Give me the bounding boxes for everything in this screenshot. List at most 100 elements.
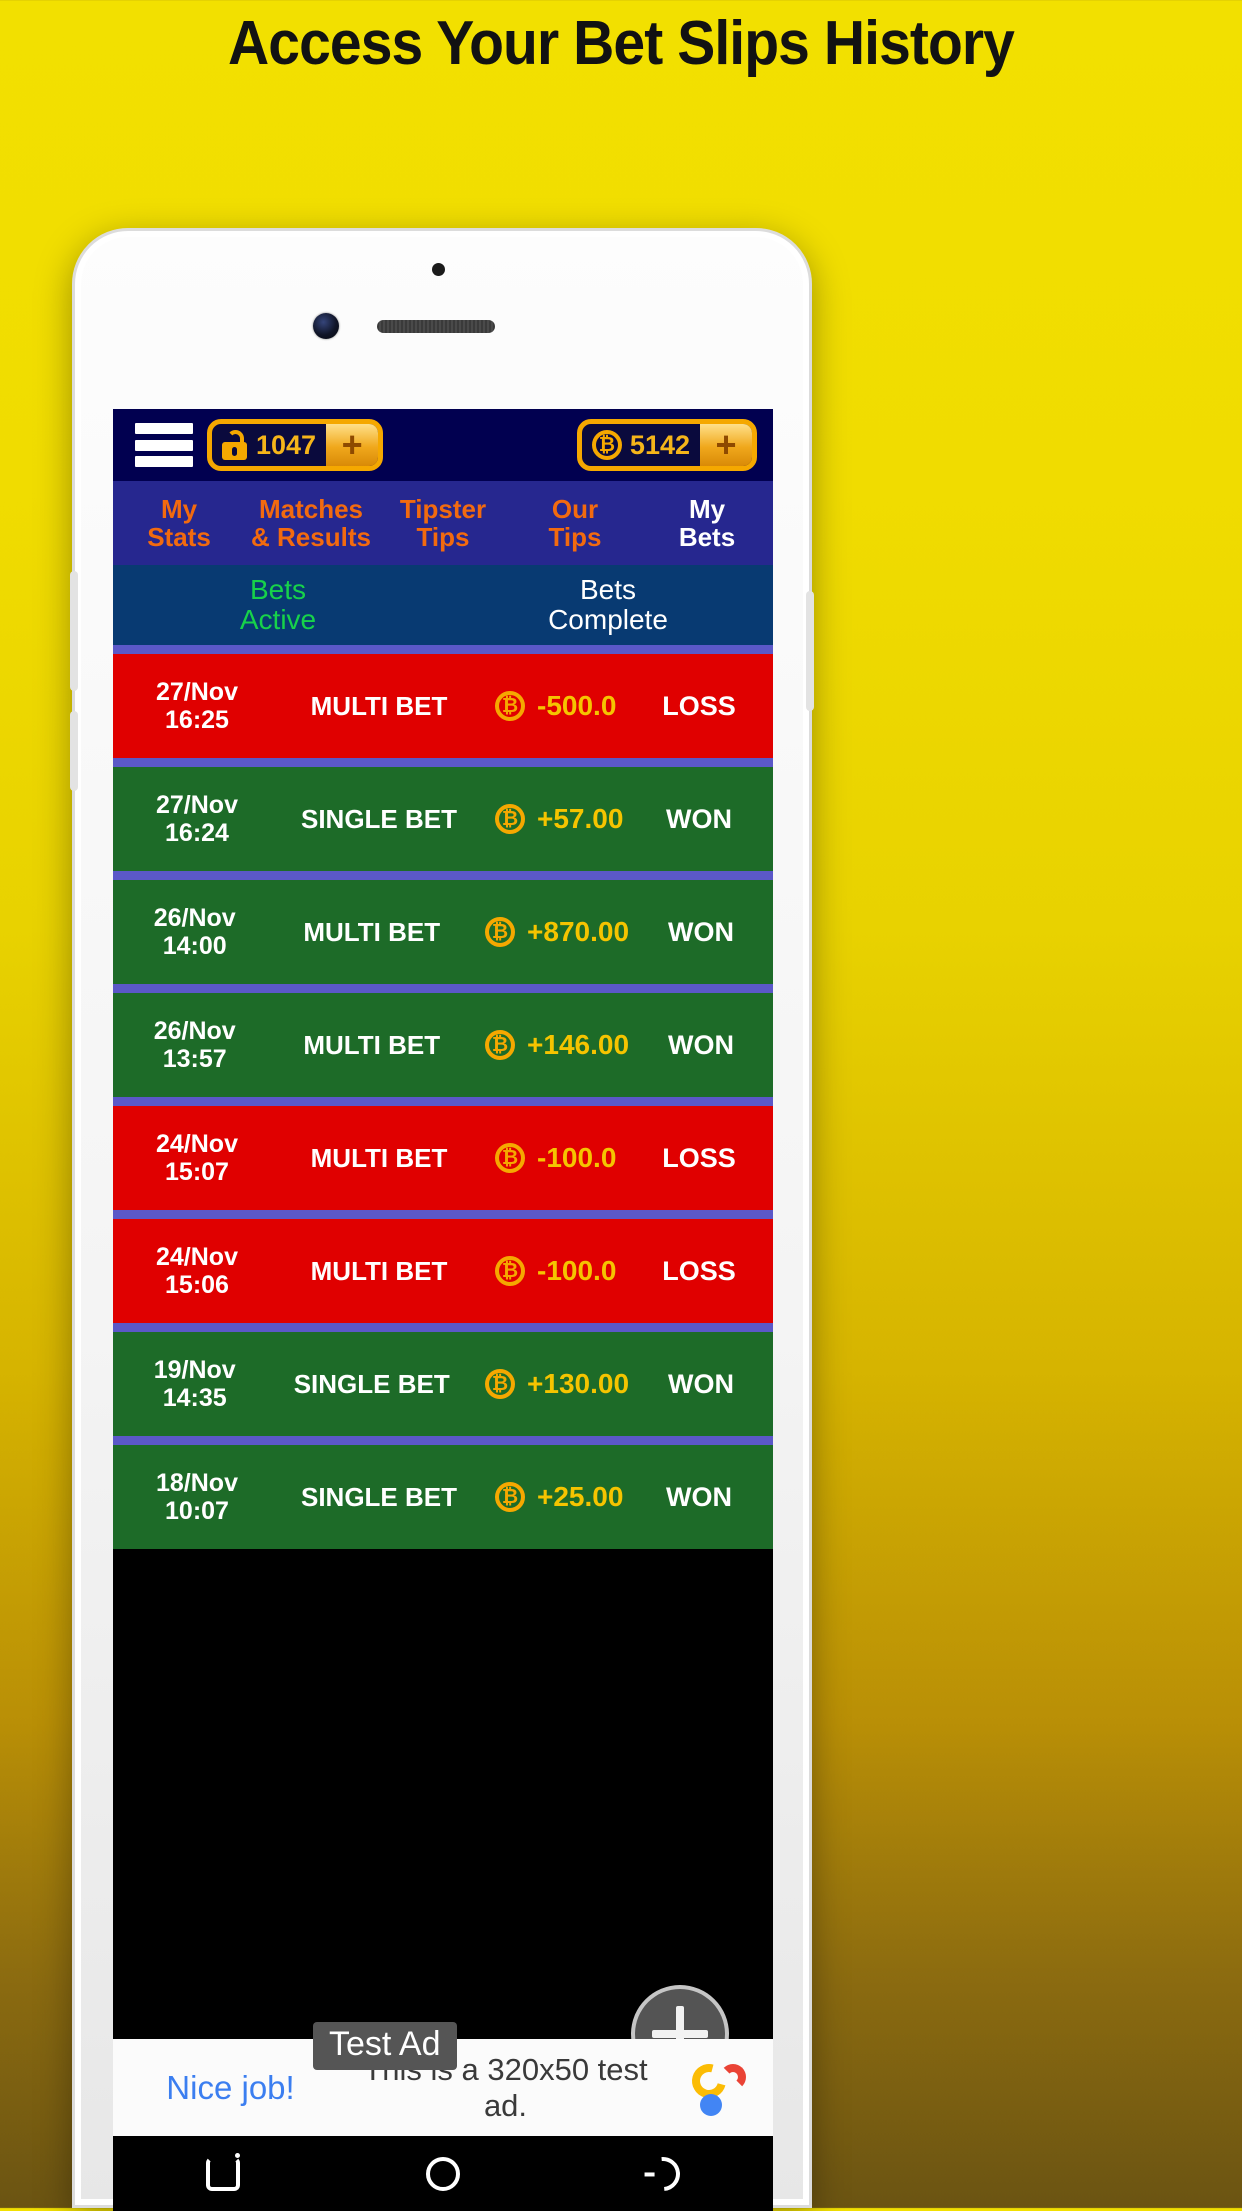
bet-date: 18/Nov <box>156 1469 238 1497</box>
ad-left-text: Nice job! <box>166 2068 295 2106</box>
volume-button-up <box>70 571 78 691</box>
tab-my-bets-line1: My <box>688 493 726 524</box>
bet-date: 19/Nov <box>153 1356 236 1384</box>
bet-type: MULTI BET <box>310 690 448 721</box>
android-navigation-bar <box>113 2136 773 2211</box>
ad-logo <box>663 2057 773 2116</box>
bet-type: SINGLE BET <box>300 803 457 834</box>
tickets-count: 1047 <box>256 429 317 460</box>
volume-button-down <box>70 711 78 791</box>
bitcoin-icon: ₿ <box>591 430 622 460</box>
add-tickets-button[interactable]: + <box>326 424 379 466</box>
tab-our-tips-line1: Our <box>551 493 599 524</box>
bitcoin-icon: ₿ <box>495 691 525 721</box>
bet-row-separator <box>113 1323 773 1332</box>
tab-tipster-tips[interactable]: Tipster Tips <box>377 495 509 551</box>
bet-amount: +146.00 <box>527 1029 630 1060</box>
bet-amount-cell: ₿ +25.00 <box>477 1481 625 1513</box>
ad-banner[interactable]: Nice job! This is a 320x50 test ad. Test… <box>113 2022 773 2136</box>
bet-row[interactable]: 26/Nov 13:57 MULTI BET ₿ +146.00 WON <box>113 993 773 1097</box>
admob-icon <box>685 2057 746 2116</box>
bet-row-separator <box>113 1097 773 1106</box>
bet-status: LOSS <box>662 1142 736 1173</box>
bet-date: 26/Nov <box>153 904 236 932</box>
bet-row[interactable]: 24/Nov 15:06 MULTI BET ₿ -100.0 LOSS <box>113 1219 773 1323</box>
bet-datetime: 27/Nov 16:25 <box>113 678 281 734</box>
bet-amount: -100.0 <box>537 1142 617 1173</box>
add-coins-button[interactable]: + <box>700 424 752 466</box>
bet-status: WON <box>668 1029 735 1060</box>
subtab-bets-complete-line1: Bets <box>579 573 637 605</box>
bet-type: MULTI BET <box>303 1029 441 1060</box>
app-top-bar: 1047 + ₿ 5142 + <box>113 409 773 481</box>
bet-amount: +25.00 <box>537 1481 624 1512</box>
bitcoin-icon: ₿ <box>495 1256 525 1286</box>
front-camera <box>313 313 339 339</box>
tab-my-stats-line1: My <box>160 493 198 524</box>
recents-icon[interactable] <box>206 2152 240 2191</box>
power-button <box>806 591 814 711</box>
coins-count: 5142 <box>629 429 690 460</box>
hamburger-menu-icon[interactable] <box>135 423 193 467</box>
bet-row[interactable]: 26/Nov 14:00 MULTI BET ₿ +870.00 WON <box>113 880 773 984</box>
tab-matches-results-line2: & Results <box>251 522 371 552</box>
subtab-bets-active-line2: Active <box>239 604 317 635</box>
tab-matches-results[interactable]: Matches & Results <box>245 495 377 551</box>
bet-amount-cell: ₿ -500.0 <box>477 690 625 722</box>
bet-slip-list[interactable]: 27/Nov 16:25 MULTI BET ₿ -500.0 LOSS 27/Nov 16:… <box>113 645 773 1549</box>
bet-row-separator <box>113 645 773 654</box>
bet-datetime: 24/Nov 15:06 <box>113 1243 281 1299</box>
tickets-badge[interactable]: 1047 + <box>207 419 384 471</box>
bet-row[interactable]: 19/Nov 14:35 SINGLE BET ₿ +130.00 WON <box>113 1332 773 1436</box>
tab-matches-results-line1: Matches <box>258 493 364 524</box>
subtab-bets-complete[interactable]: Bets Complete <box>443 573 773 635</box>
proximity-sensor <box>432 263 445 276</box>
bet-time: 16:25 <box>165 706 229 734</box>
subtab-bets-complete-line2: Complete <box>548 604 668 635</box>
unlock-icon <box>222 430 248 460</box>
bet-row[interactable]: 18/Nov 10:07 SINGLE BET ₿ +25.00 WON <box>113 1445 773 1549</box>
phone-mockup: 1047 + ₿ 5142 + My Stats Matches & Resul… <box>70 228 814 2211</box>
subtab-bets-active[interactable]: Bets Active <box>113 573 443 635</box>
bitcoin-icon: ₿ <box>485 917 516 947</box>
coins-badge[interactable]: ₿ 5142 + <box>576 419 757 471</box>
bet-row[interactable]: 24/Nov 15:07 MULTI BET ₿ -100.0 LOSS <box>113 1106 773 1210</box>
tab-my-bets[interactable]: My Bets <box>641 495 773 551</box>
bet-time: 15:07 <box>165 1158 229 1186</box>
bet-date: 27/Nov <box>156 791 238 819</box>
bet-type: SINGLE BET <box>300 1481 457 1512</box>
bet-date: 24/Nov <box>156 1243 238 1271</box>
tab-my-stats-line2: Stats <box>147 522 211 552</box>
bet-time: 15:06 <box>165 1271 229 1299</box>
main-tab-bar: My Stats Matches & Results Tipster Tips … <box>113 481 773 565</box>
bet-row[interactable]: 27/Nov 16:24 SINGLE BET ₿ +57.00 WON <box>113 767 773 871</box>
bet-type: SINGLE BET <box>293 1368 450 1399</box>
bet-datetime: 27/Nov 16:24 <box>113 791 281 847</box>
bet-amount: -500.0 <box>537 690 617 721</box>
bet-status: LOSS <box>662 690 736 721</box>
bet-row-separator <box>113 758 773 767</box>
back-icon[interactable] <box>639 2149 687 2198</box>
bet-status: WON <box>666 1481 732 1512</box>
bet-amount: +57.00 <box>537 803 624 834</box>
subtab-bets-active-line1: Bets <box>249 573 307 605</box>
home-icon[interactable] <box>426 2156 460 2191</box>
bet-type: MULTI BET <box>310 1255 448 1286</box>
tab-my-bets-line2: Bets <box>678 522 736 552</box>
bet-amount-cell: ₿ +57.00 <box>477 803 625 835</box>
bitcoin-icon: ₿ <box>485 1030 516 1060</box>
bet-date: 24/Nov <box>156 1130 238 1158</box>
bet-datetime: 26/Nov 14:00 <box>113 904 276 960</box>
bet-type: MULTI BET <box>303 916 441 947</box>
bet-amount-cell: ₿ -100.0 <box>477 1255 625 1287</box>
coins-badge-wrapper: ₿ 5142 + <box>576 419 757 471</box>
bet-status: LOSS <box>662 1255 736 1286</box>
bet-date: 27/Nov <box>156 678 238 706</box>
tab-my-stats[interactable]: My Stats <box>113 495 245 551</box>
bet-time: 16:24 <box>165 819 229 847</box>
bets-sub-tab-bar: Bets Active Bets Complete <box>113 565 773 645</box>
bet-row[interactable]: 27/Nov 16:25 MULTI BET ₿ -500.0 LOSS <box>113 654 773 758</box>
tab-our-tips[interactable]: Our Tips <box>509 495 641 551</box>
bet-row-separator <box>113 1436 773 1445</box>
bet-amount-cell: ₿ -100.0 <box>477 1142 625 1174</box>
